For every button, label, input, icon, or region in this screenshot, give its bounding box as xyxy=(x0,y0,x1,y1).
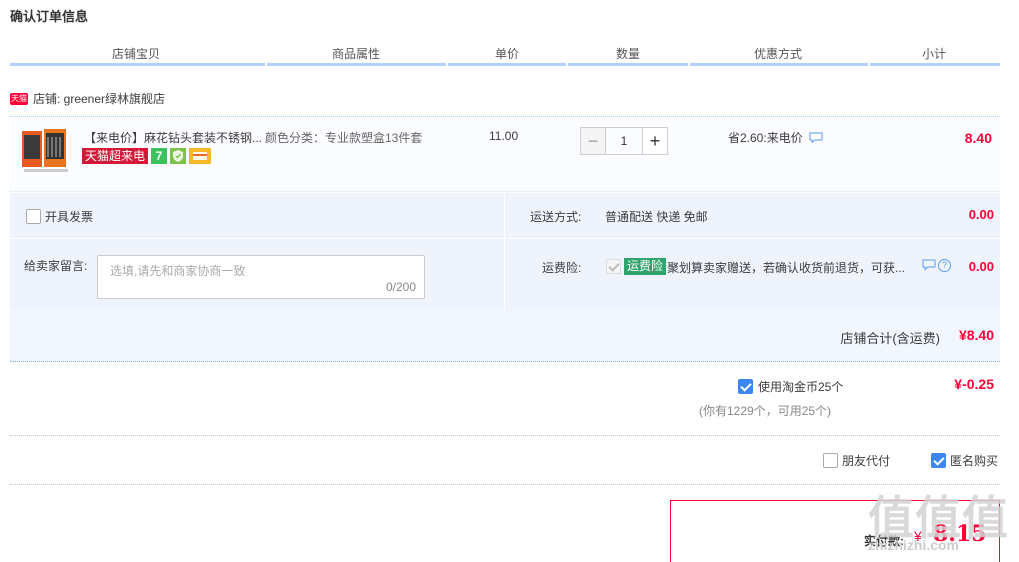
options-right: 运送方式: 普通配送 快递 免邮 0.00 运费险: 运费险 聚划算卖家赠送，若… xyxy=(506,193,1000,310)
tmall-shop-icon: 天猫 xyxy=(10,92,28,105)
divider xyxy=(10,435,1000,436)
seven-day-return-icon: 7 xyxy=(151,148,168,164)
anonymous-label: 匿名购买 xyxy=(950,454,999,468)
shipping-label: 运送方式: xyxy=(530,210,582,224)
insurance-checkbox xyxy=(606,259,621,275)
header-separator xyxy=(566,63,568,66)
options-divider xyxy=(10,238,1000,239)
col-header-subtotal: 小计 xyxy=(921,47,946,61)
chat-bubble-icon[interactable] xyxy=(922,259,936,272)
anonymous-checkbox[interactable] xyxy=(931,453,946,468)
seller-message-input[interactable]: 选填,请先和商家协商一致 0/200 xyxy=(97,255,425,299)
coin-checkbox[interactable] xyxy=(738,379,753,394)
coin-option[interactable]: 使用淘金币25个 xyxy=(738,378,843,395)
qty-decrease-button[interactable]: − xyxy=(580,127,606,155)
qty-increase-button[interactable]: + xyxy=(642,127,668,155)
unit-price: 11.00 xyxy=(489,129,519,143)
message-placeholder: 选填,请先和商家协商一致 xyxy=(110,264,246,278)
item-subtotal: 8.40 xyxy=(964,130,992,146)
product-title-link[interactable]: 【来电价】麻花钻头套装不锈钢... xyxy=(84,129,264,146)
message-label: 给卖家留言: xyxy=(24,259,88,273)
help-icon[interactable]: ? xyxy=(938,259,951,272)
qty-input[interactable]: 1 xyxy=(606,127,642,155)
friend-pay-option[interactable]: 朋友代付 xyxy=(823,452,890,469)
product-badges: 天猫超来电 7 xyxy=(82,148,212,164)
shop-total-value: ¥8.40 xyxy=(958,327,994,343)
invoice-option[interactable]: 开具发票 xyxy=(26,208,93,225)
shop-name[interactable]: 店铺: greener绿林旗舰店 xyxy=(33,90,165,107)
quantity-stepper: − 1 + xyxy=(580,127,668,155)
friend-pay-checkbox[interactable] xyxy=(823,453,838,468)
discount-text: 省2.60:来电价 xyxy=(728,131,803,145)
col-header-discount: 优惠方式 xyxy=(753,47,802,61)
insurance-description: 聚划算卖家赠送，若确认收货前退货，可获... xyxy=(667,261,906,275)
coin-label: 使用淘金币25个 xyxy=(758,380,844,394)
message-char-count: 0/200 xyxy=(385,280,416,294)
shipping-method: 普通配送 快递 免邮 xyxy=(605,210,708,224)
friend-pay-label: 朋友代付 xyxy=(842,454,891,468)
tmall-flash-badge: 天猫超来电 xyxy=(82,148,149,164)
product-attribute: 颜色分类：专业款塑盒13件套 xyxy=(265,131,423,145)
shop-row: 天猫 店铺: greener绿林旗舰店 xyxy=(10,90,165,107)
header-separator xyxy=(688,63,690,66)
page-title: 确认订单信息 xyxy=(10,9,89,24)
coin-balance: (你有1229个，可用25个) xyxy=(699,404,832,418)
discount-info: 省2.60:来电价 xyxy=(728,129,823,146)
insurance-icons: ? xyxy=(922,259,951,272)
header-separator xyxy=(265,63,267,66)
order-item-row: 【来电价】麻花钻头套装不锈钢... 天猫超来电 7 颜色分类：专业款塑盒13件套… xyxy=(10,116,1000,192)
order-options: 开具发票 给卖家留言: 选填,请先和商家协商一致 0/200 运送方式: 普通配… xyxy=(10,193,1000,310)
credit-card-icon xyxy=(189,148,212,164)
col-header-qty: 数量 xyxy=(615,47,640,61)
watermark-url: zhizhizhi.com xyxy=(868,537,959,553)
guarantee-icon xyxy=(170,148,187,164)
options-left: 开具发票 给卖家留言: 选填,请先和商家协商一致 0/200 xyxy=(10,193,505,310)
header-separator xyxy=(446,63,448,66)
anonymous-option[interactable]: 匿名购买 xyxy=(931,452,998,469)
chat-bubble-icon[interactable] xyxy=(809,132,823,143)
table-header: 店铺宝贝 商品属性 单价 数量 优惠方式 小计 xyxy=(10,42,1000,66)
col-header-item: 店铺宝贝 xyxy=(111,47,160,61)
divider xyxy=(10,484,1000,485)
col-header-price: 单价 xyxy=(494,47,519,61)
shop-total-row: 店铺合计(含运费) ¥8.40 xyxy=(10,310,1000,362)
col-header-attr: 商品属性 xyxy=(331,47,380,61)
shop-total-label: 店铺合计(含运费) xyxy=(840,331,940,346)
coin-deduction: ¥-0.25 xyxy=(954,376,994,392)
invoice-label: 开具发票 xyxy=(45,210,94,224)
insurance-tag: 运费险 xyxy=(624,258,667,275)
insurance-label: 运费险: xyxy=(542,261,582,275)
product-thumbnail[interactable] xyxy=(20,127,70,177)
shipping-fee: 0.00 xyxy=(968,207,994,222)
invoice-checkbox[interactable] xyxy=(26,209,41,224)
header-separator xyxy=(868,63,870,66)
insurance-fee: 0.00 xyxy=(968,259,994,274)
